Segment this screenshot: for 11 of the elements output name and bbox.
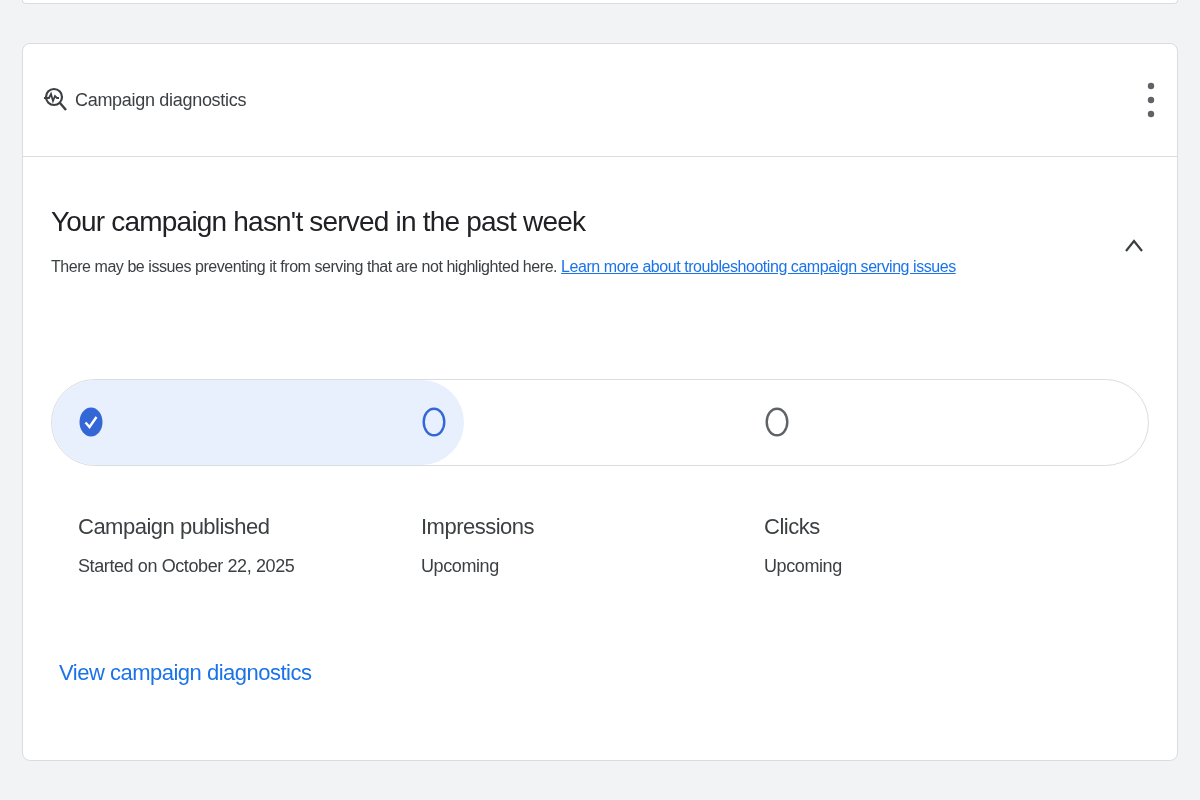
alert-description: There may be issues preventing it from serving that are not highlighted here. Learn more about troubleshooting campaign serving issues (51, 256, 957, 277)
card-title: Campaign diagnostics (75, 88, 247, 112)
step-detail: Started on October 22, 2025 (78, 554, 296, 578)
step-label: Clicks (764, 512, 821, 541)
step-detail: Upcoming (421, 554, 500, 578)
step-label: Campaign published (78, 512, 271, 541)
view-diagnostics-link[interactable]: View campaign diagnostics (59, 655, 312, 689)
step-detail: Upcoming (764, 554, 843, 578)
step-label: Impressions (421, 512, 536, 541)
troubleshooting-link[interactable]: Learn more about troubleshooting campaign serving issues (561, 257, 956, 275)
alert-title: Your campaign hasn't served in the past week (51, 205, 587, 239)
